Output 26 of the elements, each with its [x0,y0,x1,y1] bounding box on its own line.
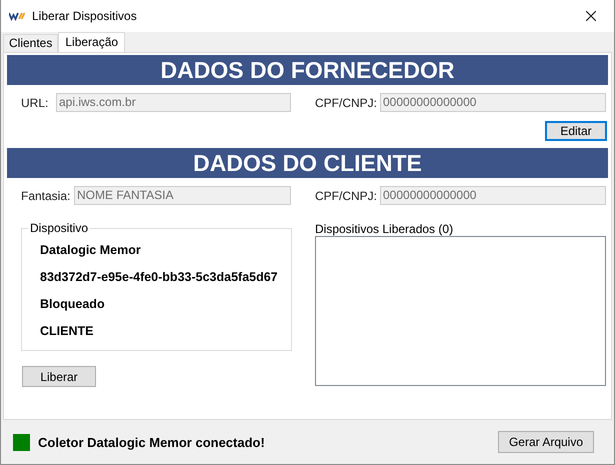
status-message: Coletor Datalogic Memor conectado! [38,434,265,450]
button[interactable]: Liberar [22,366,96,387]
field-label: Fantasia: [21,188,72,202]
button[interactable]: Gerar Arquivo [498,431,594,453]
device-info: CLIENTE [40,323,94,340]
close-icon[interactable] [586,11,596,21]
field-label: URL: [21,96,50,110]
input-field[interactable]: 00000000000000 [380,93,606,112]
device-info: Bloqueado [40,296,106,313]
window-title: Liberar Dispositivos [32,9,138,23]
list-label: Dispositivos Liberados (0) [315,222,454,237]
field-label: CPF/CNPJ: [315,188,378,202]
section-banner: DADOS DO CLIENTE [7,148,608,178]
input-field[interactable]: NOME FANTASIA [74,186,291,205]
device-info: 83d372d7-e95e-4fe0-bb33-5c3da5fa5d67 [40,269,279,286]
tab[interactable]: Liberação [58,32,126,52]
input-field[interactable]: 00000000000000 [380,186,606,205]
button[interactable]: Editar [545,121,607,141]
field-label: CPF/CNPJ: [315,96,378,110]
group-legend: Dispositivo [28,221,90,235]
tab[interactable]: Clientes [3,34,58,52]
input-field[interactable]: api.iws.com.br [56,93,291,112]
device-list[interactable] [315,236,606,386]
device-info: Datalogic Memor [40,242,142,259]
section-banner: DADOS DO FORNECEDOR [7,55,608,85]
app-logo-icon [9,11,25,21]
